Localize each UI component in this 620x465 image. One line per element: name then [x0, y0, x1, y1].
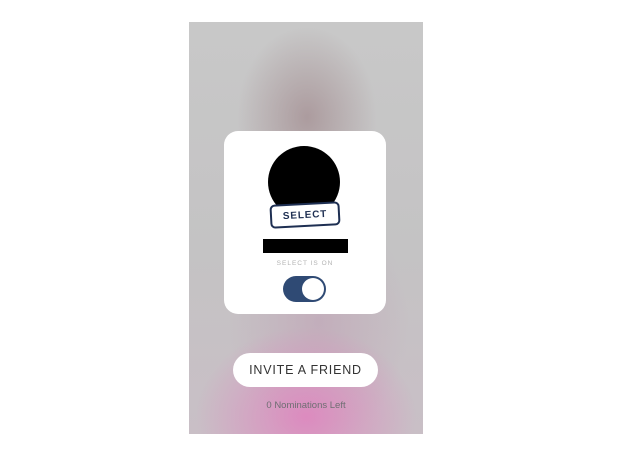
- profile-card: SELECT SELECT IS ON: [224, 131, 386, 314]
- toggle-knob: [302, 278, 324, 300]
- select-toggle[interactable]: [283, 276, 326, 302]
- select-status-label: SELECT IS ON: [276, 260, 334, 267]
- invite-friend-button[interactable]: INVITE A FRIEND: [233, 353, 378, 387]
- select-tag: SELECT: [269, 201, 341, 229]
- nominations-left-label: 0 Nominations Left: [266, 400, 346, 411]
- app-screen: SELECT SELECT IS ON INVITE A FRIEND 0 No…: [189, 22, 423, 434]
- redacted-name: [263, 239, 348, 253]
